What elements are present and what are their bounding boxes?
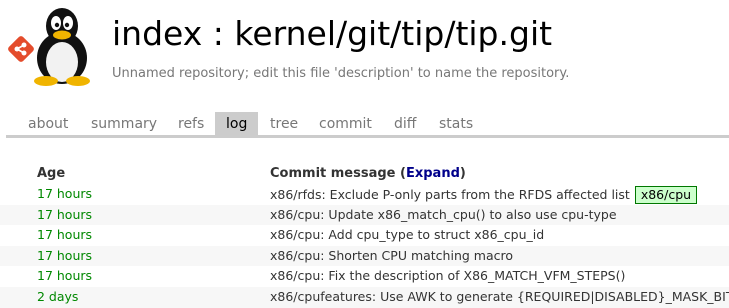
tab-tree[interactable]: tree — [259, 112, 309, 135]
commit-message-cell: x86/rfds: Exclude P-only parts from the … — [270, 186, 698, 204]
commit-message-link[interactable]: x86/rfds: Exclude P-only parts from the … — [270, 187, 630, 202]
repo-description: Unnamed repository; edit this file 'desc… — [112, 66, 570, 81]
tab-stats[interactable]: stats — [428, 112, 484, 135]
expand-paren-close: ) — [459, 166, 466, 181]
table-header: Age Commit message (Expand) — [0, 164, 729, 184]
commit-age: 17 hours — [37, 247, 93, 263]
column-message-header: Commit message (Expand) — [270, 166, 466, 181]
commit-log-table: Age Commit message (Expand) 17 hours x86… — [0, 164, 729, 308]
commit-age: 17 hours — [37, 206, 93, 222]
table-row[interactable]: 17 hours x86/cpu: Fix the description of… — [0, 266, 729, 287]
tab-refs[interactable]: refs — [167, 112, 215, 135]
commit-message-link[interactable]: x86/cpufeatures: Use AWK to generate {RE… — [270, 289, 729, 304]
commit-age: 17 hours — [37, 268, 93, 284]
table-row[interactable]: 2 days x86/cpufeatures: Use AWK to gener… — [0, 286, 729, 308]
tab-divider — [6, 135, 729, 138]
site-logo[interactable] — [6, 6, 106, 86]
tab-summary[interactable]: summary — [80, 112, 168, 135]
commit-age: 17 hours — [37, 186, 93, 201]
commit-message-link[interactable]: x86/cpu: Update x86_match_cpu() to also … — [270, 207, 617, 222]
branch-decoration[interactable]: x86/cpu — [634, 186, 698, 204]
expand-link[interactable]: Expand — [406, 166, 460, 181]
commit-age: 17 hours — [37, 227, 93, 243]
tab-about[interactable]: about — [17, 112, 79, 135]
table-row[interactable]: 17 hours x86/rfds: Exclude P-only parts … — [0, 184, 729, 205]
column-age-header: Age — [37, 166, 66, 181]
commit-age: 2 days — [37, 288, 79, 304]
commit-message-link[interactable]: x86/cpu: Fix the description of X86_MATC… — [270, 268, 625, 283]
table-row[interactable]: 17 hours x86/cpu: Add cpu_type to struct… — [0, 225, 729, 246]
tab-log[interactable]: log — [215, 112, 259, 135]
tab-bar: about summary refs log tree commit diff … — [0, 112, 729, 138]
column-message-label: Commit message — [270, 166, 396, 181]
table-row[interactable]: 17 hours x86/cpu: Shorten CPU matching m… — [0, 245, 729, 267]
tab-commit[interactable]: commit — [308, 112, 383, 135]
table-row[interactable]: 17 hours x86/cpu: Update x86_match_cpu()… — [0, 204, 729, 226]
tab-diff[interactable]: diff — [383, 112, 427, 135]
commit-message-link[interactable]: x86/cpu: Add cpu_type to struct x86_cpu_… — [270, 227, 544, 242]
repo-title[interactable]: index : kernel/git/tip/tip.git — [112, 14, 552, 53]
git-diamond-icon — [8, 36, 34, 62]
commit-message-link[interactable]: x86/cpu: Shorten CPU matching macro — [270, 248, 513, 263]
